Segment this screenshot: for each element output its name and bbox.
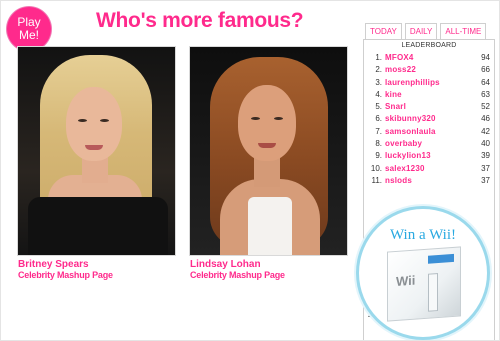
promo-title: Win a Wii!	[390, 227, 456, 243]
leaderboard-rank: 9.	[375, 151, 382, 161]
wii-box-image: Wii	[387, 246, 461, 322]
candidate-photo-lindsay-lohan[interactable]	[189, 46, 348, 256]
tab-daily[interactable]: DAILY	[404, 23, 438, 39]
leaderboard-username[interactable]: overbaby	[385, 138, 474, 150]
leaderboard-username[interactable]: Snarl	[385, 101, 474, 113]
leaderboard-score: 40	[481, 139, 490, 149]
leaderboard-rank: 5.	[375, 102, 382, 112]
candidate-caption-right: Lindsay Lohan Celebrity Mashup Page	[190, 259, 285, 281]
leaderboard-row[interactable]: 6. skibunny320 46	[368, 113, 490, 125]
leaderboard-row[interactable]: 3. laurenphillips 64	[368, 77, 490, 89]
photo-mouth	[258, 143, 276, 148]
candidate-caption-left: Britney Spears Celebrity Mashup Page	[18, 259, 113, 281]
leaderboard-username[interactable]: luckylion13	[385, 150, 474, 162]
candidate-photo-britney-spears[interactable]	[17, 46, 176, 256]
leaderboard-score: 52	[481, 102, 490, 112]
tab-all-time[interactable]: ALL-TIME	[440, 23, 487, 39]
leaderboard-row[interactable]: 1. MFOX4 94	[368, 52, 490, 64]
leaderboard-rank: 6.	[375, 114, 382, 124]
photo-neck	[254, 157, 280, 187]
mashup-page-link[interactable]: Celebrity Mashup Page	[190, 270, 285, 281]
leaderboard-rank: 4.	[375, 89, 382, 99]
leaderboard-rank: 7.	[375, 126, 382, 136]
leaderboard-row[interactable]: 9. luckylion13 39	[368, 150, 490, 162]
leaderboard-row[interactable]: 8. overbaby 40	[368, 138, 490, 150]
leaderboard-username[interactable]: moss22	[385, 64, 474, 76]
leaderboard-rank: 1.	[375, 53, 382, 62]
win-a-wii-promo[interactable]: Win a Wii! Wii	[359, 209, 487, 337]
leaderboard-rank: 2.	[375, 65, 382, 75]
leaderboard-list: 1. MFOX4 94 2. moss22 66 3. laurenphillips 64 4. k…	[368, 52, 490, 187]
leaderboard-username[interactable]: kine	[385, 89, 474, 101]
leaderboard-row[interactable]: 11. nslods 37	[368, 175, 490, 187]
leaderboard-rank: 3.	[375, 77, 382, 87]
leaderboard-username[interactable]: laurenphillips	[385, 77, 474, 89]
wii-logo: Wii	[396, 272, 416, 289]
photo-eye	[100, 119, 109, 122]
game-frame: Play Me! Who's more famous? Britney Spea…	[0, 0, 500, 341]
leaderboard-row[interactable]: 2. moss22 66	[368, 64, 490, 76]
leaderboard-score: 37	[481, 163, 490, 173]
box-label-stripe	[428, 253, 454, 264]
photo-eye	[78, 119, 87, 122]
play-me-line-2: Me!	[18, 28, 39, 42]
photo-eye	[274, 117, 283, 120]
leaderboard-row[interactable]: 10. salex1230 37	[368, 163, 490, 175]
candidate-name-link[interactable]: Lindsay Lohan	[190, 259, 285, 270]
photo-mouth	[85, 145, 103, 150]
photo-face	[238, 85, 296, 161]
leaderboard-row[interactable]: 5. Snarl 52	[368, 101, 490, 113]
leaderboard-title: LEADERBOARD	[401, 42, 457, 49]
leaderboard-score: 42	[481, 126, 490, 136]
leaderboard-row[interactable]: 7. samsonlaula 42	[368, 126, 490, 138]
photo-eye	[251, 117, 260, 120]
leaderboard-score: 64	[481, 77, 490, 87]
leaderboard-score: 39	[481, 151, 490, 161]
leaderboard-row[interactable]: 4. kine 63	[368, 89, 490, 101]
leaderboard-tabs: TODAY DAILY ALL-TIME	[365, 23, 491, 39]
leaderboard-rank: 11.	[371, 175, 382, 185]
page-title: Who's more famous?	[96, 9, 304, 32]
photo-clothing	[248, 197, 292, 255]
leaderboard-username[interactable]: nslods	[385, 175, 474, 187]
leaderboard-username[interactable]: salex1230	[385, 163, 474, 175]
candidate-name-link[interactable]: Britney Spears	[18, 259, 113, 270]
leaderboard-rank: 8.	[375, 139, 382, 149]
leaderboard-score: 37	[481, 175, 490, 185]
leaderboard-score: 46	[481, 114, 490, 124]
play-me-button[interactable]: Play Me!	[7, 7, 51, 51]
leaderboard-score: 94	[481, 53, 490, 62]
wii-console	[428, 273, 438, 312]
leaderboard-username[interactable]: samsonlaula	[385, 126, 474, 138]
leaderboard-rank: 10.	[370, 163, 382, 173]
leaderboard-username[interactable]: MFOX4	[385, 52, 474, 64]
tab-today[interactable]: TODAY	[365, 23, 402, 39]
leaderboard-username[interactable]: skibunny320	[385, 113, 474, 125]
photo-clothing	[28, 197, 168, 255]
leaderboard-score: 66	[481, 65, 490, 75]
leaderboard-score: 63	[481, 89, 490, 99]
mashup-page-link[interactable]: Celebrity Mashup Page	[18, 270, 113, 281]
